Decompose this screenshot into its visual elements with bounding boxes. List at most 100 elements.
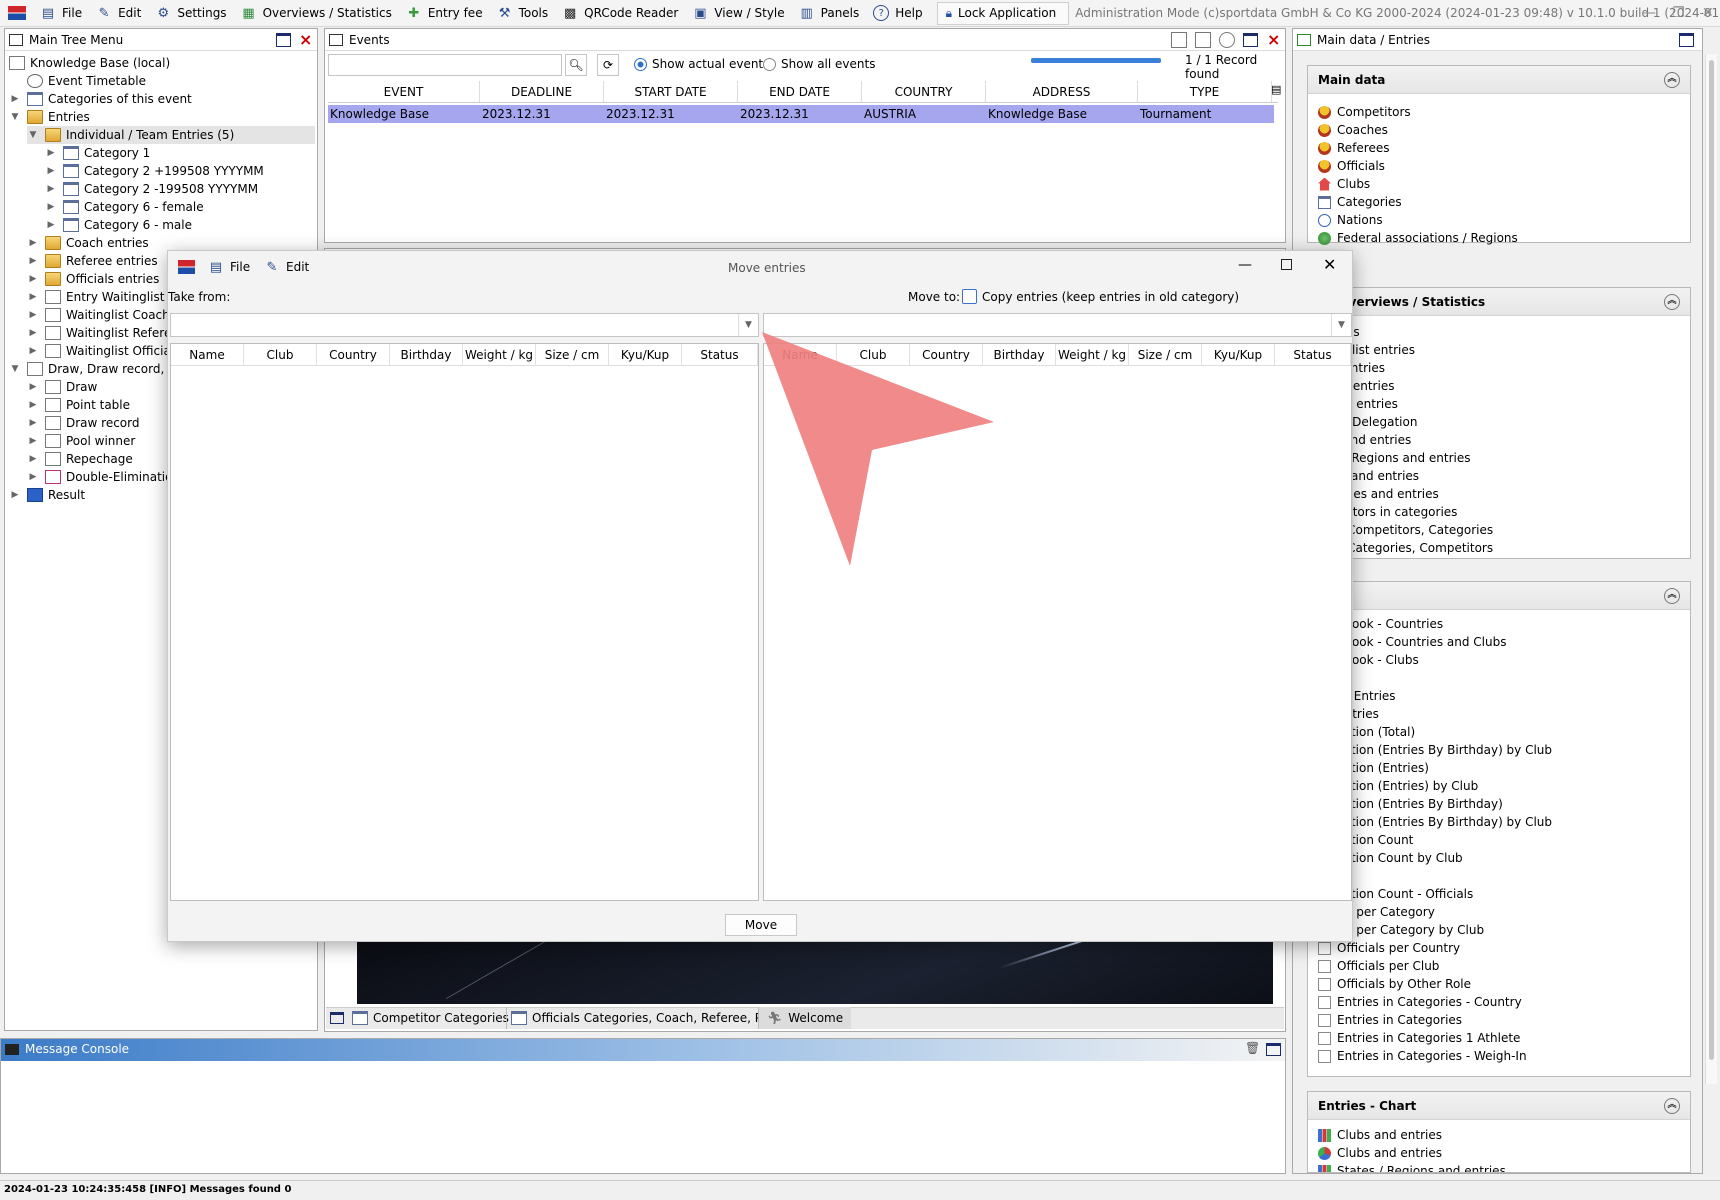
expand-icon[interactable]: ▶ [45, 202, 57, 212]
expand-icon[interactable]: ▶ [27, 328, 39, 338]
sync-icon[interactable]: ⟳ [597, 54, 619, 76]
collapse-icon[interactable]: ︽ [1664, 294, 1680, 310]
collapse-icon[interactable]: ︽ [1664, 1098, 1680, 1114]
expand-icon[interactable]: ▶ [27, 472, 39, 482]
tree-item-category[interactable]: ▶ Category 1 [45, 144, 150, 162]
maximize-panel-icon[interactable] [330, 1012, 344, 1024]
tree-item-entry-waitinglist[interactable]: ▶ Entry Waitinglist [27, 288, 164, 306]
tree-item-entries[interactable]: ▼ Entries [9, 108, 90, 126]
close-panel-icon[interactable]: × [1267, 30, 1280, 49]
col-end-date[interactable]: END DATE [738, 81, 862, 102]
trash-icon[interactable]: 🗑︎ [1245, 1041, 1260, 1055]
expand-icon[interactable]: ▶ [27, 400, 39, 410]
expand-icon[interactable]: ▶ [27, 454, 39, 464]
maximize-panel-icon[interactable] [1243, 33, 1258, 47]
open-event-icon[interactable] [1195, 32, 1211, 48]
tree-item-category[interactable]: ▶ Category 2 +199508 YYYYMM [45, 162, 264, 180]
expand-icon[interactable]: ▶ [45, 148, 57, 158]
edit-event-icon[interactable] [1171, 32, 1187, 48]
col-weight[interactable]: Weight / kg [1056, 344, 1129, 365]
tree-item-category[interactable]: ▶ Category 2 -199508 YYYYMM [45, 180, 258, 198]
chevron-down-icon[interactable]: ▼ [1331, 314, 1351, 336]
link-coaches[interactable]: Coaches [1318, 121, 1388, 139]
col-weight[interactable]: Weight / kg [463, 344, 536, 365]
minimize-icon[interactable]: — [1642, 5, 1656, 21]
link-report[interactable]: Entries in Categories - Weigh-In [1318, 1047, 1527, 1065]
col-deadline[interactable]: DEADLINE [480, 81, 604, 102]
link-categories[interactable]: Categories [1318, 193, 1402, 211]
col-start-date[interactable]: START DATE [604, 81, 738, 102]
maximize-panel-icon[interactable] [1679, 33, 1694, 47]
tree-item-waitinglist-coaches[interactable]: ▶ Waitinglist Coaches [27, 306, 183, 324]
column-chooser-icon[interactable]: ▤ [1271, 83, 1281, 96]
expand-icon[interactable]: ▶ [27, 310, 39, 320]
event-search-input[interactable] [328, 54, 562, 76]
col-birthday[interactable]: Birthday [390, 344, 463, 365]
col-kyu[interactable]: Kyu/Kup [609, 344, 682, 365]
link-chart[interactable]: States / Regions and entries [1318, 1162, 1506, 1172]
col-size[interactable]: Size / cm [1129, 344, 1202, 365]
menu-edit[interactable]: ✎ Edit [90, 0, 149, 27]
expand-icon[interactable]: ▶ [27, 292, 39, 302]
search-icon[interactable]: 🔍︎ [565, 54, 587, 76]
restore-icon[interactable]: ❐ [1672, 5, 1685, 21]
link-clubs[interactable]: Clubs [1318, 175, 1370, 193]
source-entries-table[interactable]: Name Club Country Birthday Weight / kg S… [170, 343, 759, 901]
menu-qrcode[interactable]: ▩ QRCode Reader [556, 0, 686, 27]
link-report[interactable]: Officials by Other Role [1318, 975, 1471, 993]
tree-item-coach-entries[interactable]: ▶ Coach entries [27, 234, 149, 252]
link-federal-associations[interactable]: Federal associations / Regions [1318, 229, 1518, 247]
expand-icon[interactable]: ▶ [27, 436, 39, 446]
expand-icon[interactable]: ▶ [9, 94, 21, 104]
tree-item-draw[interactable]: ▼ Draw, Draw record, Poi [9, 360, 186, 378]
link-chart[interactable]: Clubs and entries [1318, 1126, 1442, 1144]
tree-item-result[interactable]: ▶ Result [9, 486, 85, 504]
maximize-icon[interactable] [1281, 259, 1292, 270]
tree-item-pool-winner[interactable]: ▶ Pool winner [27, 432, 135, 450]
maximize-panel-icon[interactable] [1266, 1043, 1281, 1056]
chevron-down-icon[interactable]: ▼ [738, 314, 758, 336]
col-event[interactable]: EVENT [328, 81, 480, 102]
tree-item-waitinglist-officials[interactable]: ▶ Waitinglist Officials [27, 342, 180, 360]
expand-icon[interactable]: ▶ [27, 418, 39, 428]
menu-overviews[interactable]: ▦ Overviews / Statistics [235, 0, 400, 27]
tab-welcome[interactable]: 🏃︎ Welcome [758, 1007, 852, 1029]
tree-item-double-elimination[interactable]: ▶ Double-Elimination [27, 468, 180, 486]
tree-item-category[interactable]: ▶ Category 6 - male [45, 216, 192, 234]
tree-item-draw-sub[interactable]: ▶ Draw [27, 378, 97, 396]
close-icon[interactable]: ✕ [1702, 5, 1714, 21]
collapse-icon[interactable]: ▼ [27, 130, 39, 140]
collapse-icon[interactable]: ︽ [1664, 588, 1680, 604]
link-report[interactable]: ticipation (Entries By Birthday) by Club [1318, 741, 1552, 759]
col-club[interactable]: Club [244, 344, 317, 365]
expand-icon[interactable]: ▶ [45, 220, 57, 230]
dialog-menu-edit[interactable]: ✎ Edit [264, 259, 310, 275]
radio-show-actual[interactable]: Show actual events [634, 57, 769, 71]
collapse-icon[interactable]: ▼ [9, 364, 21, 374]
expand-icon[interactable]: ▶ [27, 256, 39, 266]
col-size[interactable]: Size / cm [536, 344, 609, 365]
tree-item-waitinglist-referees[interactable]: ▶ Waitinglist Referees [27, 324, 185, 342]
dialog-menu-file[interactable]: ▤ File [208, 259, 250, 275]
tree-item-draw-record[interactable]: ▶ Draw record [27, 414, 140, 432]
link-chart[interactable]: Clubs and entries [1318, 1144, 1442, 1162]
link-nations[interactable]: Nations [1318, 211, 1383, 229]
link-officials[interactable]: Officials [1318, 157, 1385, 175]
tree-item-knowledge-base[interactable]: Knowledge Base (local) [9, 54, 170, 72]
link-report[interactable]: Entries in Categories - Country [1318, 993, 1522, 1011]
menu-tools[interactable]: ⚒ Tools [491, 0, 557, 27]
col-status[interactable]: Status [1275, 344, 1351, 365]
expand-icon[interactable]: ▶ [27, 346, 39, 356]
col-address[interactable]: ADDRESS [986, 81, 1138, 102]
app-logo-icon[interactable] [0, 0, 34, 27]
tree-item-categories[interactable]: ▶ Categories of this event [9, 90, 192, 108]
link-referees[interactable]: Referees [1318, 139, 1389, 157]
col-country[interactable]: COUNTRY [862, 81, 986, 102]
expand-icon[interactable]: ▶ [27, 382, 39, 392]
radio-show-all[interactable]: Show all events [763, 57, 875, 71]
collapse-icon[interactable]: ▼ [9, 112, 21, 122]
take-from-combo[interactable]: ▼ [170, 313, 759, 337]
tab-officials-categories[interactable]: Officials Categories, Coach, Referee, Pr… [506, 1007, 786, 1029]
maximize-panel-icon[interactable] [276, 33, 291, 47]
tree-item-category[interactable]: ▶ Category 6 - female [45, 198, 204, 216]
